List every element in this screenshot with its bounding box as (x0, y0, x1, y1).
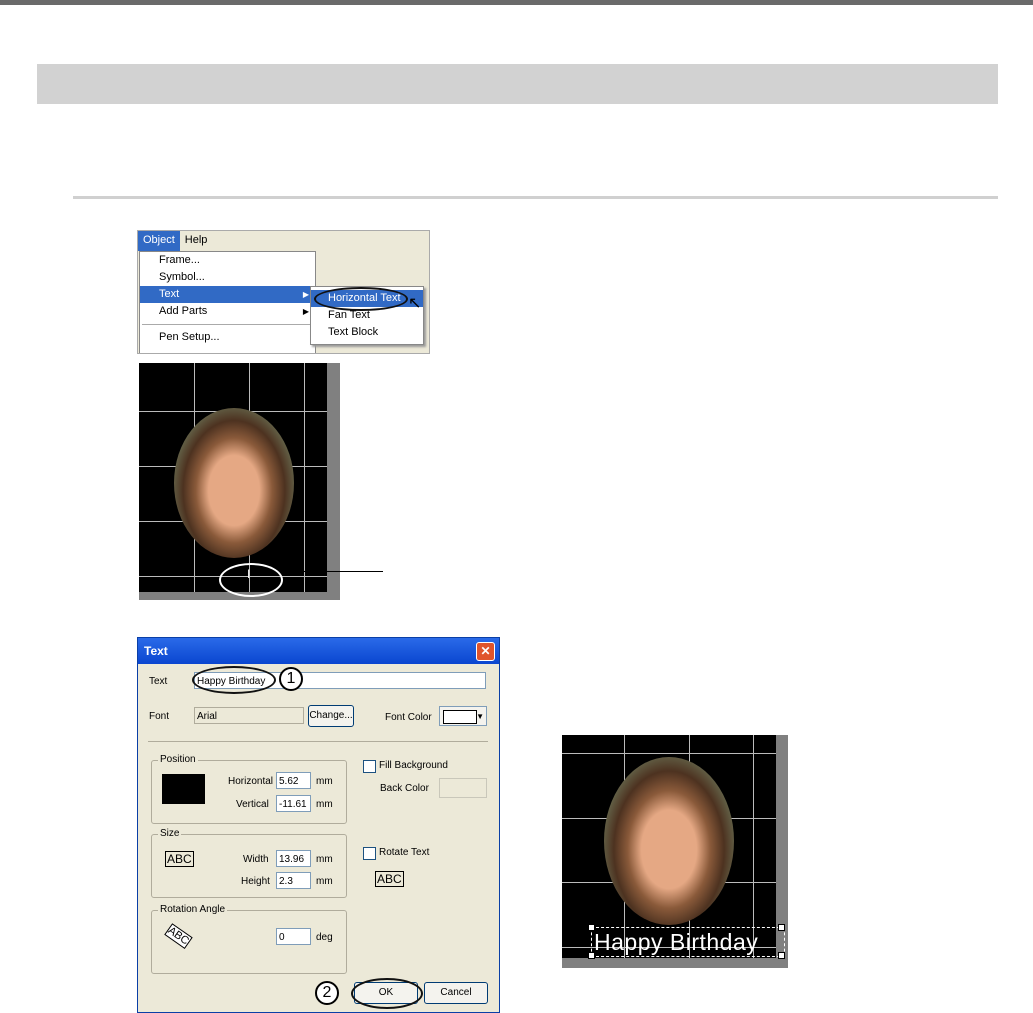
top-bar (0, 0, 1033, 5)
rotation-diagram-icon: ABC (164, 923, 193, 949)
position-group: Position Horizontal 5.62 mm Vertical -11… (151, 754, 347, 824)
highlight-oval (192, 666, 276, 694)
text-object-selection[interactable]: Happy Birthday (591, 927, 785, 957)
resize-handle[interactable] (588, 952, 595, 959)
cursor-icon: ↖ (408, 295, 422, 312)
leader-line (280, 571, 383, 572)
submenu-arrow-icon: ▶ (302, 307, 309, 316)
font-color-picker[interactable]: ▼ (439, 706, 487, 726)
menu-item-text-block[interactable]: Text Block (311, 324, 423, 341)
dialog-titlebar: Text ✕ (138, 638, 499, 664)
menu-item-label: Add Parts (159, 305, 208, 317)
callout-2: 2 (315, 981, 339, 1005)
portrait-photo (604, 757, 734, 925)
resize-handle[interactable] (588, 924, 595, 931)
back-color-label: Back Color (380, 783, 429, 794)
callout-1: 1 (279, 667, 303, 691)
height-label: Height (241, 876, 270, 887)
font-label: Font (149, 711, 170, 722)
size-diagram-icon: ABC (165, 851, 194, 867)
divider (73, 196, 998, 199)
text-label: Text (149, 676, 168, 687)
font-field: Arial (194, 707, 304, 724)
menu-bar: Object Help (138, 231, 429, 251)
menu-object[interactable]: Object (138, 231, 180, 251)
canvas-after[interactable]: Happy Birthday (562, 735, 788, 968)
menu-screenshot: Object Help ↶↷ Frame... Symbol... Text▶ … (137, 230, 430, 354)
horizontal-label: Horizontal (228, 776, 274, 787)
vertical-input[interactable]: -11.61 (276, 795, 311, 812)
fill-background-checkbox[interactable] (363, 760, 376, 773)
menu-help[interactable]: Help (180, 231, 213, 251)
portrait-photo (174, 408, 294, 558)
size-group: Size ABC Width 13.96 mm Height 2.3 mm (151, 828, 347, 898)
rotate-text-label: Rotate Text (379, 847, 430, 858)
height-input[interactable]: 2.3 (276, 872, 311, 889)
change-button[interactable]: Change... (308, 705, 354, 727)
highlight-oval (351, 978, 423, 1009)
menu-item-text[interactable]: Text ▶ (140, 286, 315, 303)
menu-item-symbol[interactable]: Symbol... (140, 269, 315, 286)
submenu-arrow-icon: ▶ (302, 290, 309, 299)
angle-input[interactable]: 0 (276, 928, 311, 945)
fill-background-label: Fill Background (379, 760, 448, 771)
unit-label: mm (316, 876, 333, 887)
unit-label: mm (316, 776, 333, 787)
unit-label: deg (316, 932, 333, 943)
text-cursor-icon: I (247, 567, 251, 581)
group-label: Size (158, 828, 182, 839)
rotation-group: Rotation Angle ABC 0 deg (151, 904, 347, 974)
rotate-preview-icon: ABC (375, 871, 404, 887)
canvas-before[interactable]: I (139, 363, 340, 600)
back-color-picker[interactable] (439, 778, 487, 798)
group-label: Position (158, 754, 198, 765)
menu-item-frame[interactable]: Frame... (140, 252, 315, 269)
divider (148, 741, 488, 742)
vertical-label: Vertical (236, 799, 269, 810)
text-dialog: Text ✕ Text Happy Birthday 1 Font Arial C… (137, 637, 500, 1013)
position-diagram-icon (162, 774, 205, 804)
horizontal-input[interactable]: 5.62 (276, 772, 311, 789)
dialog-title: Text (144, 644, 168, 658)
click-point-oval (219, 563, 283, 597)
menu-item-add-parts[interactable]: Add Parts ▶ (140, 303, 315, 320)
unit-label: mm (316, 799, 333, 810)
rotate-text-checkbox[interactable] (363, 847, 376, 860)
section-header-band (37, 64, 998, 104)
unit-label: mm (316, 854, 333, 865)
menu-separator (142, 324, 313, 325)
cancel-button[interactable]: Cancel (424, 982, 488, 1004)
width-label: Width (243, 854, 269, 865)
close-icon[interactable]: ✕ (476, 642, 495, 661)
highlight-oval (314, 287, 408, 311)
width-input[interactable]: 13.96 (276, 850, 311, 867)
chevron-down-icon: ▼ (476, 712, 484, 721)
font-color-label: Font Color (385, 712, 432, 723)
resize-handle[interactable] (778, 952, 785, 959)
resize-handle[interactable] (778, 924, 785, 931)
birthday-text: Happy Birthday (594, 929, 759, 955)
menu-item-pen-setup[interactable]: Pen Setup... (140, 329, 315, 346)
menu-item-label: Text (159, 288, 180, 300)
group-label: Rotation Angle (158, 904, 228, 915)
object-dropdown: Frame... Symbol... Text ▶ Add Parts ▶ Pen … (139, 251, 316, 353)
